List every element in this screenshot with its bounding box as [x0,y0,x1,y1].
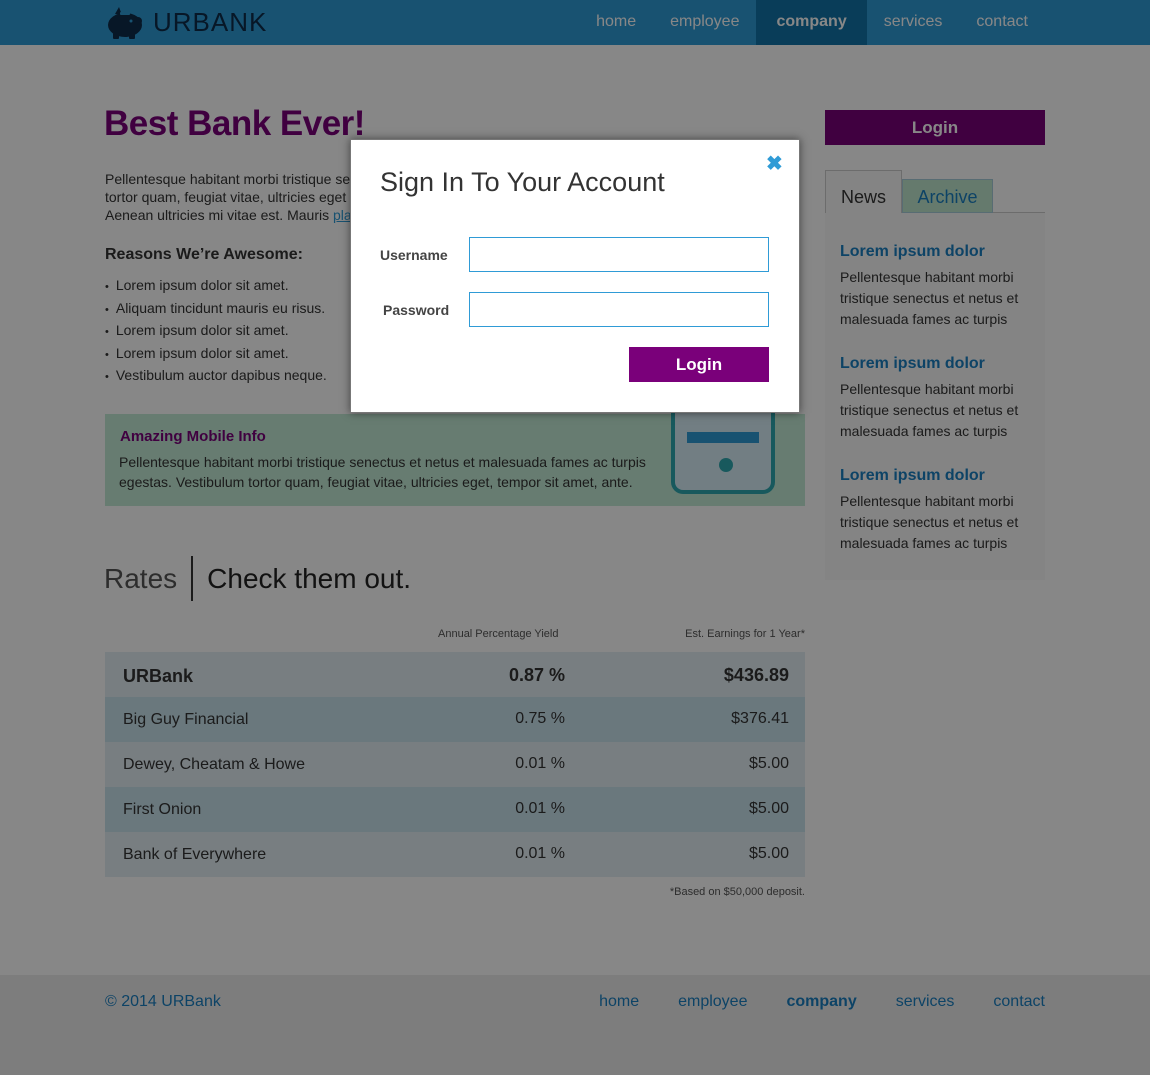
username-label: Username [380,247,448,263]
modal-title: Sign In To Your Account [380,167,665,197]
login-button[interactable]: Login [629,347,769,382]
username-input[interactable] [469,237,769,272]
password-label: Password [383,302,450,318]
close-icon[interactable]: ✖ [766,151,783,176]
password-input[interactable] [469,292,769,327]
sign-in-modal: Sign In To Your Account ✖ Username Passw… [350,139,800,413]
